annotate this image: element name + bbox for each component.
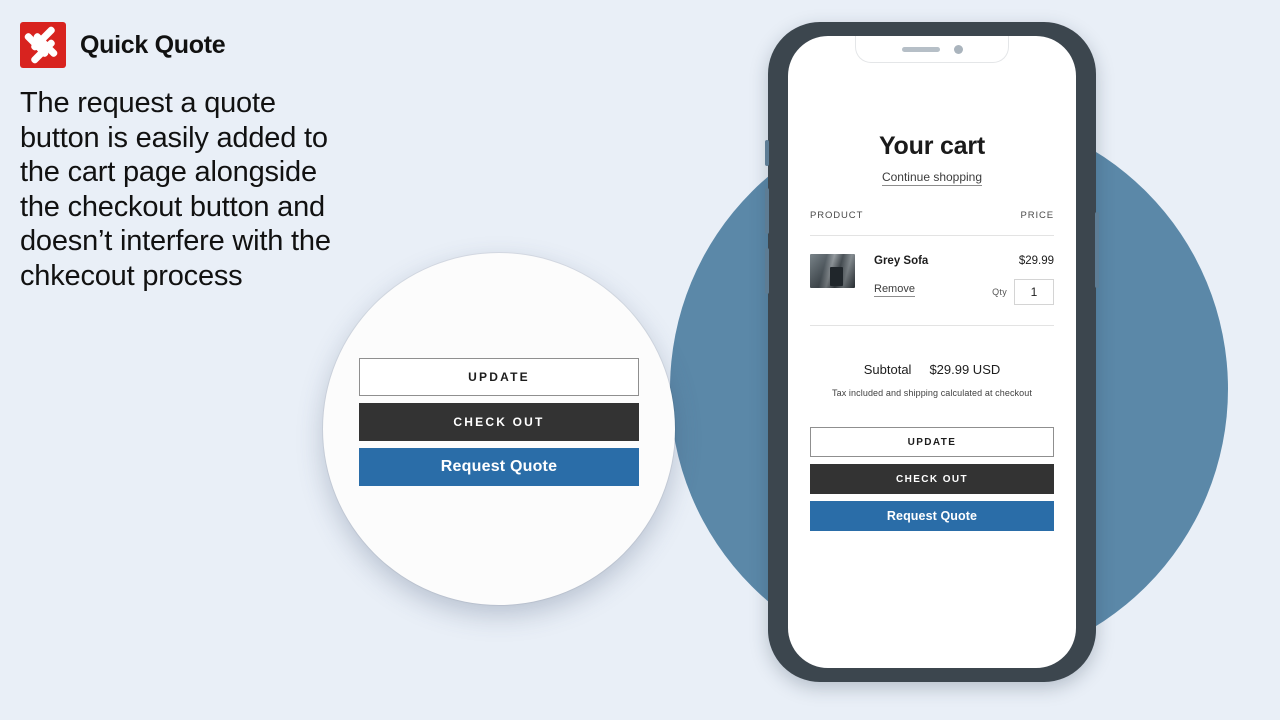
cart-actions: UPDATE CHECK OUT Request Quote xyxy=(810,427,1054,531)
table-row: Grey Sofa Remove $29.99 Qty xyxy=(810,254,1054,305)
check-out-button[interactable]: CHECK OUT xyxy=(810,464,1054,494)
silent-switch[interactable] xyxy=(765,140,769,166)
magnifier-callout: UPDATE CHECK OUT Request Quote xyxy=(323,253,675,605)
remove-item-link[interactable]: Remove xyxy=(874,283,968,297)
continue-shopping-label: Continue shopping xyxy=(881,170,983,186)
front-camera-icon xyxy=(953,44,963,54)
divider xyxy=(810,325,1054,326)
product-name: Grey Sofa xyxy=(874,255,929,267)
divider xyxy=(810,235,1054,236)
subtotal-value: $29.99 USD xyxy=(929,362,1001,377)
quantity-control: Qty xyxy=(968,279,1054,305)
promo-panel: Quick Quote The request a quote button i… xyxy=(0,0,380,720)
cart-table-header: PRODUCT PRICE xyxy=(810,210,1054,221)
phone-mockup: Your cart Continue shopping PRODUCT PRIC… xyxy=(765,22,1099,682)
magnified-cart-actions: UPDATE CHECK OUT Request Quote xyxy=(359,358,639,486)
tax-shipping-note: Tax included and shipping calculated at … xyxy=(832,388,1032,398)
request-quote-button[interactable]: Request Quote xyxy=(810,501,1054,531)
column-header-product: PRODUCT xyxy=(810,210,864,221)
magnified-check-out-button[interactable]: CHECK OUT xyxy=(359,403,639,441)
cart-page: Your cart Continue shopping PRODUCT PRIC… xyxy=(788,36,1076,668)
update-button[interactable]: UPDATE xyxy=(810,427,1054,457)
quick-quote-logo-icon xyxy=(20,22,66,68)
page-headline: The request a quote button is easily add… xyxy=(20,87,331,292)
continue-shopping-link[interactable]: Continue shopping xyxy=(810,170,1054,186)
subtotal-line: Subtotal $29.99 USD xyxy=(810,362,1054,377)
product-info: Grey Sofa Remove xyxy=(855,254,968,305)
cart-page-title: Your cart xyxy=(878,132,986,160)
magnified-request-quote-button[interactable]: Request Quote xyxy=(359,448,639,486)
phone-screen: Your cart Continue shopping PRODUCT PRIC… xyxy=(788,36,1076,668)
brand-name: Quick Quote xyxy=(80,30,226,59)
speaker-grill-icon xyxy=(901,46,940,52)
column-header-price: PRICE xyxy=(1020,210,1054,221)
subtotal-label: Subtotal xyxy=(863,362,912,377)
product-price-qty: $29.99 Qty xyxy=(968,254,1054,305)
magnified-update-button[interactable]: UPDATE xyxy=(359,358,639,396)
volume-down-button[interactable] xyxy=(765,248,769,294)
product-price: $29.99 xyxy=(1018,255,1054,267)
quantity-label: Qty xyxy=(992,287,1007,297)
volume-up-button[interactable] xyxy=(765,188,769,234)
quantity-input[interactable] xyxy=(1014,279,1054,305)
remove-item-label: Remove xyxy=(874,283,915,297)
power-button[interactable] xyxy=(1095,212,1099,288)
phone-notch xyxy=(855,36,1009,63)
subtotal-block: Subtotal $29.99 USD Tax included and ship… xyxy=(810,362,1054,398)
product-thumbnail-image xyxy=(810,254,855,288)
brand-row: Quick Quote xyxy=(20,22,226,68)
